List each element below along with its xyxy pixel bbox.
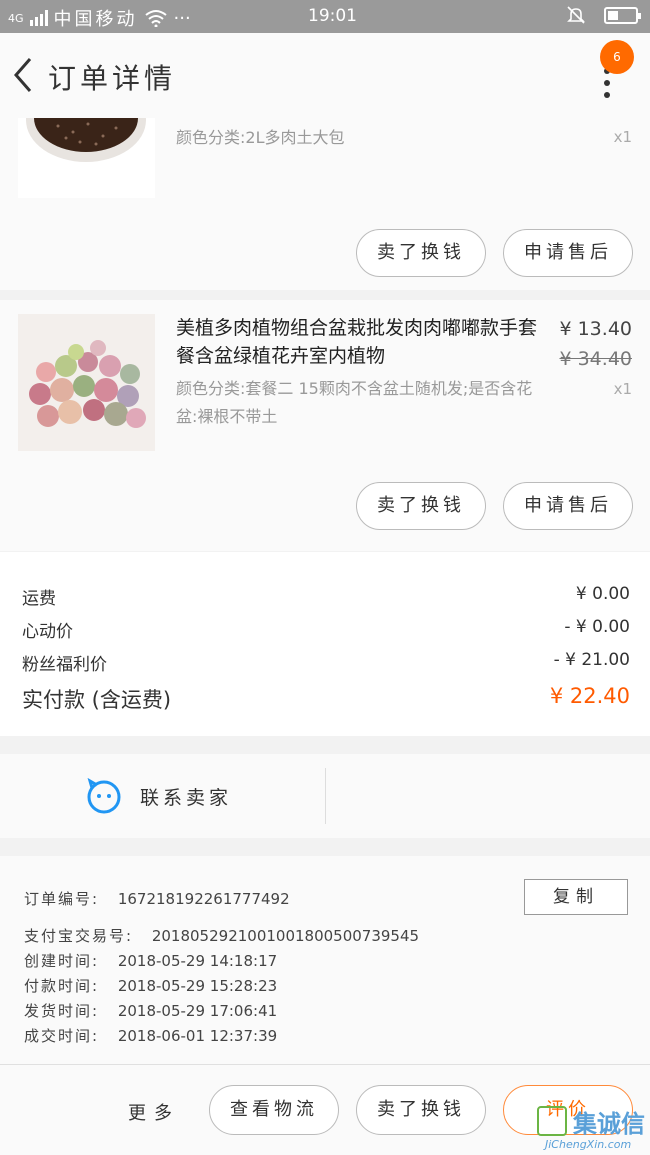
product-quantity: x1 [613, 128, 632, 146]
battery-icon [604, 6, 641, 24]
nav-bar: 订单详情 6 [0, 33, 650, 118]
fee-label: 粉丝福利价 [22, 655, 107, 675]
info-value: 2018052921001001800500739545 [151, 927, 420, 945]
sell-button[interactable]: 卖了换钱 [356, 482, 486, 530]
fee-row-heart-price: 心动价 - ¥ 0.00 [22, 617, 630, 642]
more-button[interactable]: 更多 [128, 1099, 180, 1125]
product-image-soil[interactable] [18, 118, 155, 198]
order-number-line: 订单编号: 167218192261777492 [24, 888, 290, 909]
fee-row-total: 实付款 (含运费) ¥ 22.40 [22, 684, 630, 714]
info-value: 2018-06-01 12:37:39 [117, 1027, 278, 1045]
after-sale-button[interactable]: 申请售后 [503, 229, 633, 277]
total-value: ¥ 22.40 [549, 684, 630, 708]
fee-value: - ¥ 21.00 [553, 650, 630, 670]
product-card-1: 颜色分类:2L多肉土大包 x1 卖了换钱 申请售后 [0, 118, 650, 290]
shipped-time-line: 发货时间: 2018-05-29 17:06:41 [24, 1000, 277, 1021]
signal-label: 4G [8, 11, 24, 25]
sell-button[interactable]: 卖了换钱 [356, 229, 486, 277]
chat-face-icon [87, 778, 121, 814]
info-label: 订单编号: [24, 890, 100, 908]
fee-row-shipping: 运费 ¥ 0.00 [22, 584, 630, 609]
copy-button[interactable]: 复制 [524, 879, 628, 915]
mute-bell-icon [567, 6, 585, 24]
created-time-line: 创建时间: 2018-05-29 14:18:17 [24, 950, 277, 971]
fee-summary: 运费 ¥ 0.00 心动价 - ¥ 0.00 粉丝福利价 - ¥ 21.00 实… [0, 552, 650, 736]
product-card-2: 美植多肉植物组合盆栽批发肉肉嘟嘟款手套餐含盆绿植花卉室内植物 ¥ 13.40 ¥… [0, 300, 650, 551]
status-dots: ··· [173, 7, 191, 29]
product-price: ¥ 13.40 [559, 318, 632, 340]
fee-value: - ¥ 0.00 [564, 617, 630, 637]
product-image-succulents[interactable] [18, 314, 155, 451]
info-label: 付款时间: [24, 977, 100, 995]
after-sale-button[interactable]: 申请售后 [503, 482, 633, 530]
total-label: 实付款 (含运费) [22, 688, 172, 712]
info-value: 2018-05-29 17:06:41 [117, 1002, 278, 1020]
product-spec: 颜色分类:2L多肉土大包 [176, 128, 345, 147]
info-label: 成交时间: [24, 1027, 100, 1045]
status-bar: 4G 中国移动 ··· 19:01 [0, 0, 650, 33]
back-arrow-icon[interactable] [8, 53, 38, 97]
fee-row-fan-discount: 粉丝福利价 - ¥ 21.00 [22, 650, 630, 675]
info-label: 发货时间: [24, 1002, 100, 1020]
completed-time-line: 成交时间: 2018-06-01 12:37:39 [24, 1025, 277, 1046]
carrier-name: 中国移动 [53, 9, 138, 30]
clock: 19:01 [308, 6, 357, 26]
product-title[interactable]: 美植多肉植物组合盆栽批发肉肉嘟嘟款手套餐含盆绿植花卉室内植物 [176, 314, 546, 370]
info-value: 167218192261777492 [117, 890, 290, 908]
sell-button[interactable]: 卖了换钱 [356, 1085, 486, 1135]
wifi-icon [144, 10, 167, 27]
alipay-trade-line: 支付宝交易号: 2018052921001001800500739545 [24, 925, 419, 946]
watermark-logo-icon [537, 1106, 567, 1136]
info-value: 2018-05-29 14:18:17 [117, 952, 278, 970]
contact-seller-label: 联系卖家 [140, 786, 233, 809]
contact-seller-button[interactable]: 联系卖家 [86, 778, 232, 814]
signal-icon [29, 10, 48, 26]
divider [325, 768, 326, 824]
view-logistics-button[interactable]: 查看物流 [209, 1085, 339, 1135]
info-label: 创建时间: [24, 952, 100, 970]
fee-value: ¥ 0.00 [575, 584, 630, 604]
paid-time-line: 付款时间: 2018-05-29 15:28:23 [24, 975, 277, 996]
fee-label: 心动价 [22, 622, 73, 642]
info-label: 支付宝交易号: [24, 927, 134, 945]
product-original-price: ¥ 34.40 [559, 348, 632, 370]
watermark-text: 集诚信 [573, 1110, 645, 1138]
page-title: 订单详情 [48, 62, 177, 95]
info-value: 2018-05-29 15:28:23 [117, 977, 278, 995]
fee-label: 运费 [22, 589, 56, 609]
product-spec: 颜色分类:套餐二 15颗肉不含盆土随机发;是否含花盆:裸根不带土 [176, 379, 533, 426]
order-info: 订单编号: 167218192261777492 复制 支付宝交易号: 2018… [0, 856, 650, 1064]
contact-bar: 联系卖家 [0, 754, 650, 838]
product-quantity: x1 [613, 380, 632, 398]
watermark: 集诚信 JiChengXin.com [537, 1104, 650, 1155]
notification-badge: 6 [600, 40, 634, 74]
watermark-url: JiChengXin.com [545, 1138, 632, 1151]
